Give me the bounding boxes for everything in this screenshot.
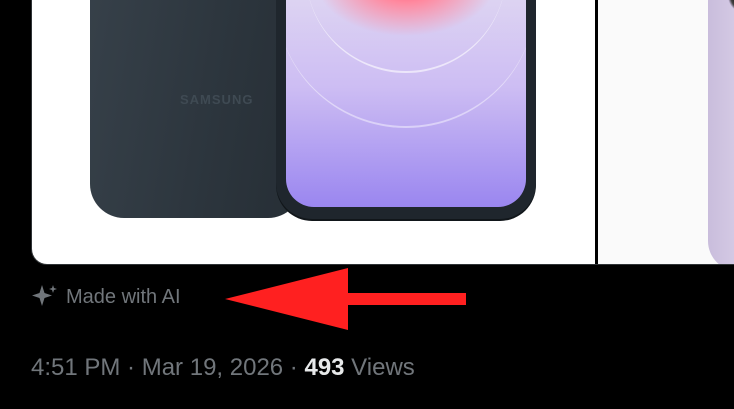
sparkle-icon (32, 285, 57, 306)
media-image-right[interactable] (598, 0, 734, 264)
separator: · (283, 354, 305, 381)
phone-right-image (708, 0, 734, 264)
made-with-ai-text: Made with AI (66, 285, 181, 308)
views-label: Views (344, 354, 415, 381)
views-count: 493 (304, 354, 345, 381)
tweet-media[interactable]: SAMSUNG (31, 0, 734, 265)
brand-text: SAMSUNG (180, 92, 254, 107)
tweet-date[interactable]: Mar 19, 2026 (142, 354, 283, 381)
separator: · (120, 354, 142, 381)
tweet-time[interactable]: 4:51 PM (31, 354, 120, 381)
phone-front-image (276, 0, 536, 219)
camera-lens (728, 0, 734, 13)
media-image-left[interactable]: SAMSUNG (32, 0, 595, 264)
made-with-ai-label[interactable]: Made with AI (30, 282, 181, 312)
annotation-arrow (225, 268, 466, 330)
phone-back-image: SAMSUNG (90, 0, 302, 218)
tweet-meta: 4:51 PM · Mar 19, 2026 · 493 Views (31, 354, 415, 382)
phone-screen (286, 0, 526, 207)
